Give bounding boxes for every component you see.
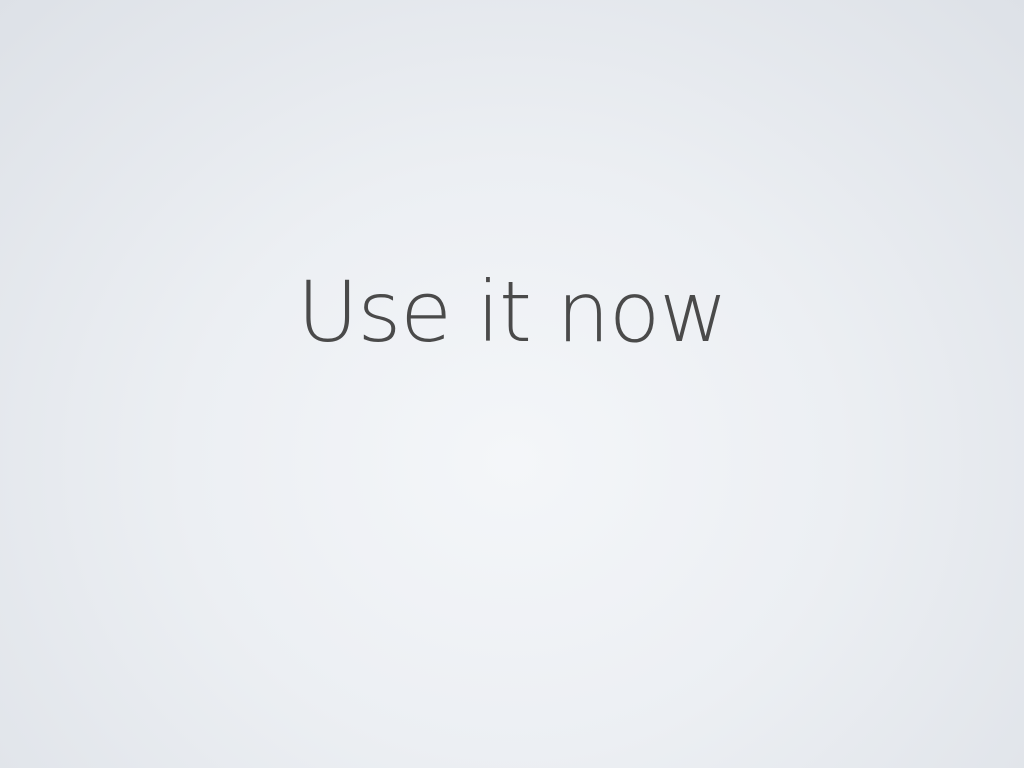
slide-title: Use it now xyxy=(297,263,728,361)
slide: Use it now xyxy=(0,0,1024,768)
